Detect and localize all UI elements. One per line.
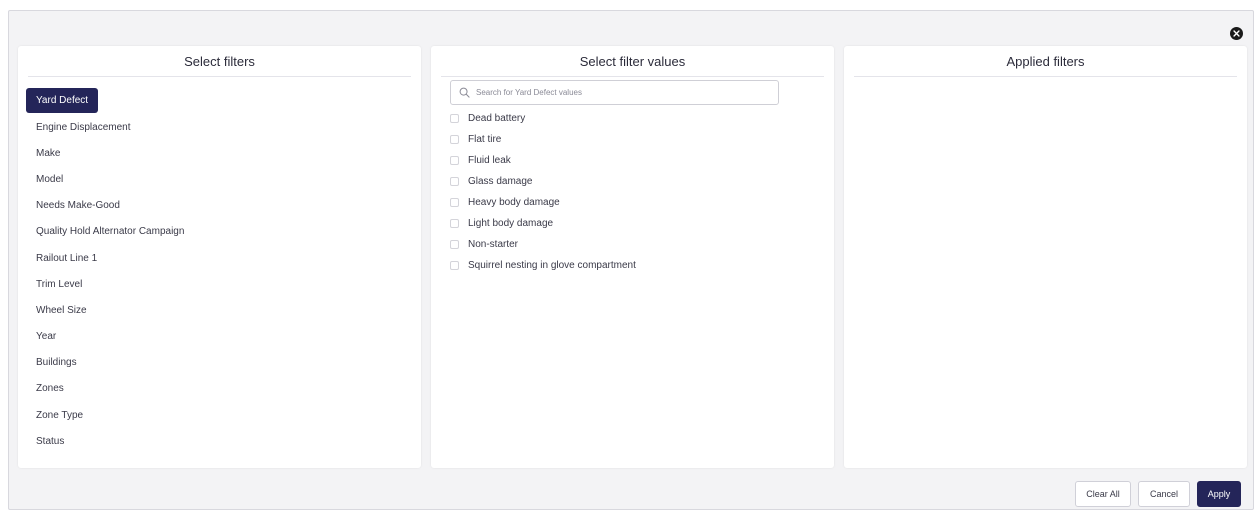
filter-value-item[interactable]: Glass damage [450, 171, 820, 192]
filter-value-item[interactable]: Fluid leak [450, 150, 820, 171]
filter-value-label: Flat tire [468, 134, 502, 145]
filter-item[interactable]: Buildings [26, 350, 87, 376]
filter-value-item[interactable]: Squirrel nesting in glove compartment [450, 255, 820, 276]
filter-value-checkbox[interactable] [450, 219, 459, 228]
close-icon [1233, 30, 1240, 37]
search-icon [459, 87, 470, 98]
filter-item[interactable]: Needs Make-Good [26, 193, 130, 219]
filter-value-checkbox[interactable] [450, 177, 459, 186]
close-button[interactable] [1230, 27, 1243, 40]
filter-item[interactable]: Railout Line 1 [26, 245, 107, 271]
apply-button[interactable]: Apply [1197, 481, 1241, 507]
filter-item[interactable]: Wheel Size [26, 297, 97, 323]
filter-value-label: Dead battery [468, 113, 526, 124]
filter-item[interactable]: Make [26, 140, 70, 166]
filter-item[interactable]: Zones [26, 376, 74, 402]
filter-list: Yard Defect Engine Displacement Make Model N… [26, 88, 306, 454]
filter-values-panel: Select filter values Dead battery Flat ti… [431, 46, 834, 468]
filter-value-label: Light body damage [468, 218, 554, 229]
filter-item[interactable]: Engine Displacement [26, 114, 141, 140]
filter-item[interactable]: Model [26, 166, 73, 192]
filter-value-item[interactable]: Light body damage [450, 213, 820, 234]
filter-item[interactable]: Quality Hold Alternator Campaign [26, 219, 194, 245]
filter-value-item[interactable]: Flat tire [450, 129, 820, 150]
filter-item[interactable]: Year [26, 324, 66, 350]
search-input[interactable] [476, 88, 766, 97]
filter-item[interactable]: Trim Level [26, 271, 92, 297]
cancel-button[interactable]: Cancel [1138, 481, 1190, 507]
filter-item[interactable]: Yard Defect [26, 88, 99, 113]
filter-item[interactable]: Zone Type [26, 402, 93, 428]
filter-values-title: Select filter values [441, 55, 824, 77]
applied-filters-title: Applied filters [854, 55, 1237, 77]
filter-value-checkbox[interactable] [450, 261, 459, 270]
search-field[interactable] [450, 80, 779, 105]
filter-value-item[interactable]: Heavy body damage [450, 192, 820, 213]
filter-value-checkbox[interactable] [450, 135, 459, 144]
filter-value-item[interactable]: Non-starter [450, 234, 820, 255]
filter-value-label: Heavy body damage [468, 197, 560, 208]
filter-value-list: Dead battery Flat tire Fluid leak Glass dam… [450, 108, 820, 276]
select-filters-title: Select filters [28, 55, 411, 77]
applied-filters-panel: Applied filters [844, 46, 1247, 468]
filter-value-label: Glass damage [468, 176, 533, 187]
filter-value-item[interactable]: Dead battery [450, 108, 820, 129]
filter-value-label: Squirrel nesting in glove compartment [468, 260, 636, 271]
clear-all-button[interactable]: Clear All [1075, 481, 1131, 507]
filter-value-checkbox[interactable] [450, 156, 459, 165]
filter-value-checkbox[interactable] [450, 114, 459, 123]
filter-value-checkbox[interactable] [450, 198, 459, 207]
filter-item[interactable]: Status [26, 428, 74, 454]
filter-value-label: Fluid leak [468, 155, 511, 166]
filter-value-checkbox[interactable] [450, 240, 459, 249]
select-filters-panel: Select filters Yard Defect Engine Displac… [18, 46, 421, 468]
filter-value-label: Non-starter [468, 239, 519, 250]
